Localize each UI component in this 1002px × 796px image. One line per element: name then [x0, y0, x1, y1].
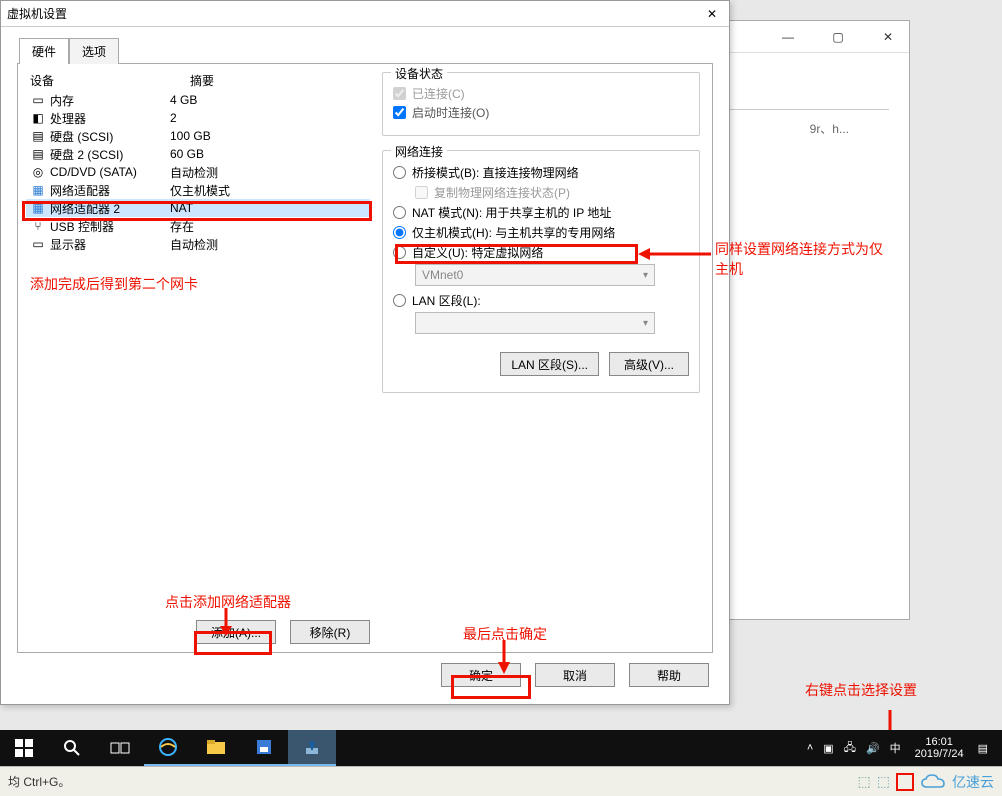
- minimize-button[interactable]: —: [773, 25, 803, 49]
- action-center-icon[interactable]: ▤: [978, 742, 988, 755]
- tab-hardware[interactable]: 硬件: [19, 38, 69, 64]
- hw-row-cddvd[interactable]: ◎CD/DVD (SATA) 自动检测: [26, 163, 370, 181]
- replicate-checkbox: [415, 186, 428, 199]
- tray-battery-icon[interactable]: ▣: [823, 742, 833, 755]
- close-button[interactable]: ✕: [873, 25, 903, 49]
- chevron-down-icon: ▾: [643, 270, 648, 281]
- lan-segment-radio[interactable]: [393, 294, 406, 307]
- connect-at-poweron-row[interactable]: 启动时连接(O): [393, 104, 689, 121]
- bridged-radio-row[interactable]: 桥接模式(B): 直接连接物理网络: [393, 164, 689, 181]
- tray-chevron-icon[interactable]: ˄: [807, 742, 813, 754]
- annotation-box-tray: [896, 773, 914, 791]
- taskbar-app1[interactable]: [240, 730, 288, 766]
- lan-segments-button[interactable]: LAN 区段(S)...: [500, 352, 599, 376]
- network-icon: ▦: [30, 182, 46, 198]
- tray-network-icon[interactable]: 🖧: [844, 739, 856, 758]
- device-status-legend: 设备状态: [391, 65, 447, 82]
- col-summary: 摘要: [190, 72, 366, 89]
- dialog-close-button[interactable]: ✕: [701, 3, 723, 25]
- annotation-text-5: 右键点击选择设置: [805, 680, 955, 701]
- custom-vmnet-combo[interactable]: VMnet0 ▾: [415, 264, 655, 286]
- start-button[interactable]: [0, 730, 48, 766]
- display-icon: ▭: [30, 236, 46, 252]
- usb-icon: ⑂: [30, 218, 46, 234]
- dialog-titlebar: 虚拟机设置 ✕: [1, 1, 729, 27]
- nat-radio-row[interactable]: NAT 模式(N): 用于共享主机的 IP 地址: [393, 204, 689, 221]
- device-status-group: 设备状态 已连接(C) 启动时连接(O): [382, 72, 700, 136]
- status-icon-2[interactable]: ⬚: [877, 773, 890, 790]
- col-device: 设备: [30, 72, 190, 89]
- add-hardware-button[interactable]: 添加(A)...: [196, 620, 276, 644]
- network-connection-group: 网络连接 桥接模式(B): 直接连接物理网络 复制物理网络连接状态(P) NAT…: [382, 150, 700, 393]
- tray-icons[interactable]: ˄ ▣ 🖧 🔊 中: [807, 739, 901, 758]
- lan-radio-row[interactable]: LAN 区段(L):: [393, 292, 689, 309]
- search-button[interactable]: [48, 730, 96, 766]
- hw-row-cpu[interactable]: ◧处理器 2: [26, 109, 370, 127]
- taskbar-ie[interactable]: [144, 730, 192, 766]
- disk-icon: ▤: [30, 128, 46, 144]
- taskbar-clock[interactable]: 16:01 2019/7/24: [915, 736, 964, 760]
- hw-row-usb[interactable]: ⑂USB 控制器 存在: [26, 217, 370, 235]
- replicate-checkbox-row: 复制物理网络连接状态(P): [415, 184, 689, 201]
- taskbar-vmware[interactable]: [288, 730, 336, 766]
- dialog-title: 虚拟机设置: [7, 5, 67, 22]
- hostonly-radio[interactable]: [393, 226, 406, 239]
- cancel-button[interactable]: 取消: [535, 663, 615, 687]
- nat-radio[interactable]: [393, 206, 406, 219]
- dialog-footer: 确定 取消 帮助: [1, 663, 729, 697]
- tray-ime-icon[interactable]: 中: [890, 740, 901, 756]
- cd-icon: ◎: [30, 164, 46, 180]
- device-settings-pane: 设备状态 已连接(C) 启动时连接(O) 网络连接 桥接模式(B): 直接连接物: [378, 64, 712, 652]
- vm-settings-dialog: 虚拟机设置 ✕ 硬件 选项 设备 摘要 ▭内存 4 GB ◧: [0, 0, 730, 705]
- network-icon: ▦: [30, 200, 46, 216]
- custom-radio[interactable]: [393, 246, 406, 259]
- tab-options[interactable]: 选项: [69, 38, 119, 64]
- maximize-button[interactable]: ▢: [823, 25, 853, 49]
- dialog-tabs: 硬件 选项: [19, 37, 729, 63]
- custom-radio-row[interactable]: 自定义(U): 特定虚拟网络: [393, 244, 689, 261]
- hardware-list-header: 设备 摘要: [26, 70, 370, 91]
- hw-row-disk2[interactable]: ▤硬盘 2 (SCSI) 60 GB: [26, 145, 370, 163]
- hw-row-net2[interactable]: ▦网络适配器 2 NAT: [26, 199, 370, 217]
- chevron-down-icon: ▾: [643, 318, 648, 329]
- connected-checkbox-row: 已连接(C): [393, 85, 689, 102]
- hardware-list-pane: 设备 摘要 ▭内存 4 GB ◧处理器 2 ▤硬盘 (SCSI) 100 GB: [18, 64, 378, 652]
- help-button[interactable]: 帮助: [629, 663, 709, 687]
- lan-segment-combo[interactable]: ▾: [415, 312, 655, 334]
- hardware-list[interactable]: ▭内存 4 GB ◧处理器 2 ▤硬盘 (SCSI) 100 GB ▤硬盘 2 …: [26, 91, 370, 253]
- remove-hardware-button[interactable]: 移除(R): [290, 620, 370, 644]
- cloud-icon: [920, 773, 946, 791]
- hw-row-net1[interactable]: ▦网络适配器 仅主机模式: [26, 181, 370, 199]
- brand-text: 亿速云: [952, 772, 994, 792]
- task-view-button[interactable]: [96, 730, 144, 766]
- hostonly-radio-row[interactable]: 仅主机模式(H): 与主机共享的专用网络: [393, 224, 689, 241]
- disk-icon: ▤: [30, 146, 46, 162]
- hw-row-disk1[interactable]: ▤硬盘 (SCSI) 100 GB: [26, 127, 370, 145]
- bridged-radio[interactable]: [393, 166, 406, 179]
- hw-row-display[interactable]: ▭显示器 自动检测: [26, 235, 370, 253]
- status-hint: 均 Ctrl+G。: [8, 773, 70, 790]
- hw-row-memory[interactable]: ▭内存 4 GB: [26, 91, 370, 109]
- status-icon-1[interactable]: ⬚: [858, 773, 871, 790]
- taskbar-explorer[interactable]: [192, 730, 240, 766]
- windows-taskbar[interactable]: ˄ ▣ 🖧 🔊 中 16:01 2019/7/24 ▤: [0, 730, 1002, 766]
- cpu-icon: ◧: [30, 110, 46, 126]
- memory-icon: ▭: [30, 92, 46, 108]
- connect-at-poweron-checkbox[interactable]: [393, 106, 406, 119]
- advanced-button[interactable]: 高级(V)...: [609, 352, 689, 376]
- network-connection-legend: 网络连接: [391, 143, 447, 160]
- tray-volume-icon[interactable]: 🔊: [866, 742, 880, 755]
- vmware-status-bar: 均 Ctrl+G。 ⬚ ⬚ 亿速云: [0, 766, 1002, 796]
- ok-button[interactable]: 确定: [441, 663, 521, 687]
- connected-checkbox: [393, 87, 406, 100]
